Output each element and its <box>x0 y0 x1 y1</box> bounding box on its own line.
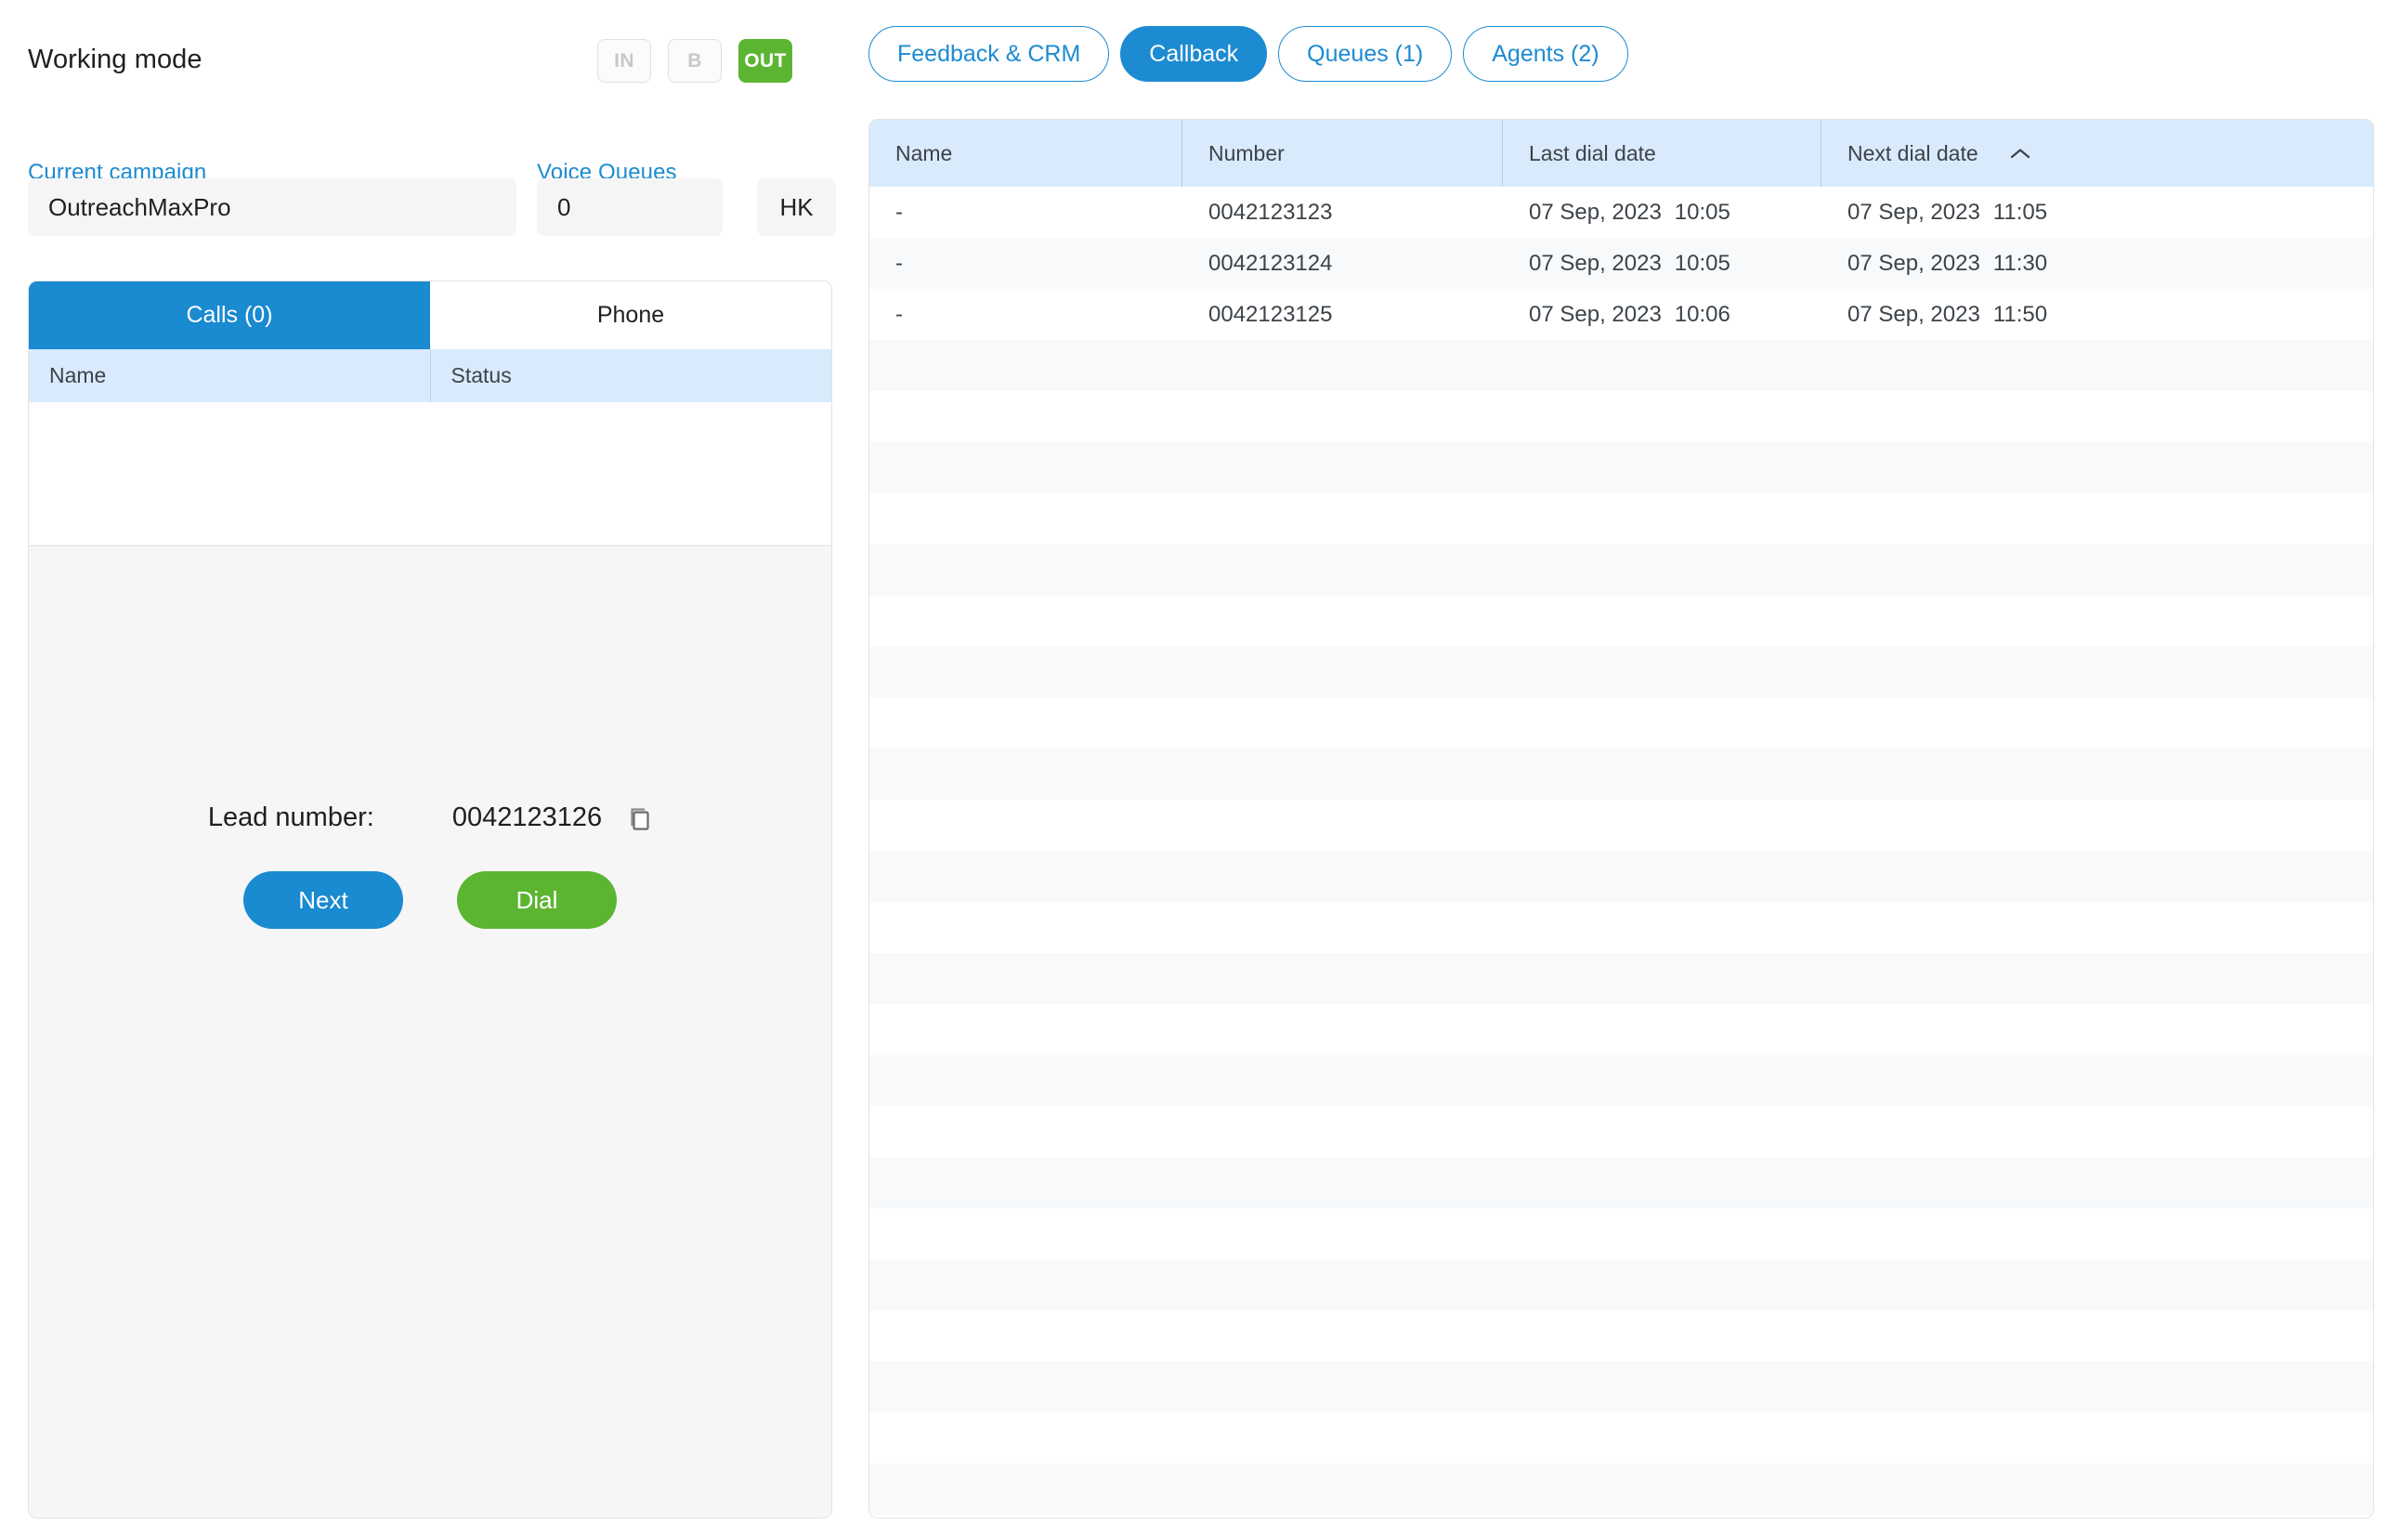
column-header-next-dial-date-label: Next dial date <box>1847 140 1978 165</box>
tab-queues[interactable]: Queues (1) <box>1278 26 1453 82</box>
column-header-next-dial-date[interactable]: Next dial date <box>1821 120 2373 187</box>
lead-number-label: Lead number: <box>207 803 374 832</box>
cell-next-dial: 07 Sep, 2023 11:05 <box>1821 200 2143 226</box>
cell-next-dial-date: 07 Sep, 2023 <box>1847 250 1980 276</box>
region-code-box[interactable]: HK <box>757 178 836 236</box>
lead-dialer-area: Lead number: 0042123126 Next Dial <box>29 546 831 1518</box>
tab-phone[interactable]: Phone <box>430 281 831 349</box>
cell-last-dial-time: 10:06 <box>1674 301 1730 327</box>
lead-number-value: 0042123126 <box>451 803 603 832</box>
cell-number: 0042123123 <box>1208 199 1333 225</box>
calls-table-body <box>29 402 831 546</box>
cell-number: 0042123124 <box>1208 250 1333 276</box>
cell-last-dial: 07 Sep, 2023 10:05 <box>1503 200 1821 226</box>
column-header-name[interactable]: Name <box>869 120 1182 187</box>
working-mode-label: Working mode <box>28 45 202 74</box>
mode-in-button[interactable]: IN <box>597 39 651 83</box>
cell-next-dial-date: 07 Sep, 2023 <box>1847 301 1980 327</box>
mode-out-button[interactable]: OUT <box>738 39 792 83</box>
voice-queues-input[interactable] <box>537 178 723 236</box>
working-mode-button-group: IN B OUT <box>597 39 792 83</box>
calls-panel-tabs: Calls (0) Phone <box>29 281 831 349</box>
table-row[interactable]: - 0042123125 07 Sep, 2023 10:06 07 Sep, 2… <box>869 289 2373 340</box>
cell-name: - <box>895 199 903 225</box>
lead-number-row: Lead number: 0042123126 <box>29 803 831 833</box>
column-header-number[interactable]: Number <box>1182 120 1503 187</box>
app-screen: Working mode IN B OUT Current campaign V… <box>0 0 2402 1540</box>
dial-button[interactable]: Dial <box>457 871 617 929</box>
cell-next-dial-time: 11:05 <box>1992 199 2048 225</box>
callback-table-header: Name Number Last dial date Next dial dat… <box>869 120 2373 187</box>
calls-column-name[interactable]: Name <box>29 349 431 402</box>
calls-panel: Calls (0) Phone Name Status Lead number:… <box>28 281 832 1519</box>
cell-last-dial-time: 10:05 <box>1674 199 1730 225</box>
calls-column-status[interactable]: Status <box>431 349 832 402</box>
cell-last-dial-date: 07 Sep, 2023 <box>1529 301 1662 327</box>
cell-next-dial-time: 11:30 <box>1992 250 2048 276</box>
column-header-last-dial-date[interactable]: Last dial date <box>1503 120 1821 187</box>
current-campaign-input[interactable] <box>28 178 516 236</box>
tab-feedback-crm[interactable]: Feedback & CRM <box>868 26 1110 82</box>
cell-last-dial: 07 Sep, 2023 10:05 <box>1503 251 1821 277</box>
table-row[interactable]: - 0042123123 07 Sep, 2023 10:05 07 Sep, 2… <box>869 187 2373 238</box>
dialer-actions: Next Dial <box>29 871 831 929</box>
cell-next-dial-date: 07 Sep, 2023 <box>1847 199 1980 225</box>
cell-name: - <box>895 301 903 327</box>
table-background-stripes <box>869 187 2373 1518</box>
cell-last-dial: 07 Sep, 2023 10:06 <box>1503 302 1821 328</box>
cell-next-dial: 07 Sep, 2023 11:50 <box>1821 302 2143 328</box>
mode-b-button[interactable]: B <box>668 39 722 83</box>
calls-table-header: Name Status <box>29 349 831 402</box>
cell-next-dial: 07 Sep, 2023 11:30 <box>1821 251 2143 277</box>
callback-table-body: - 0042123123 07 Sep, 2023 10:05 07 Sep, 2… <box>869 187 2373 340</box>
cell-number: 0042123125 <box>1208 301 1333 327</box>
table-row[interactable]: - 0042123124 07 Sep, 2023 10:05 07 Sep, 2… <box>869 238 2373 289</box>
chevron-up-icon <box>2010 141 2030 166</box>
tab-calls[interactable]: Calls (0) <box>29 281 430 349</box>
cell-next-dial-time: 11:50 <box>1992 301 2048 327</box>
cell-name: - <box>895 250 903 276</box>
copy-icon[interactable] <box>628 805 652 831</box>
cell-last-dial-date: 07 Sep, 2023 <box>1529 250 1662 276</box>
main-tabs: Feedback & CRM Callback Queues (1) Agent… <box>868 26 1628 82</box>
callback-table-panel: Name Number Last dial date Next dial dat… <box>868 119 2374 1519</box>
cell-last-dial-time: 10:05 <box>1674 250 1730 276</box>
next-button[interactable]: Next <box>243 871 403 929</box>
tab-agents[interactable]: Agents (2) <box>1463 26 1628 82</box>
cell-last-dial-date: 07 Sep, 2023 <box>1529 199 1662 225</box>
tab-callback[interactable]: Callback <box>1120 26 1268 82</box>
